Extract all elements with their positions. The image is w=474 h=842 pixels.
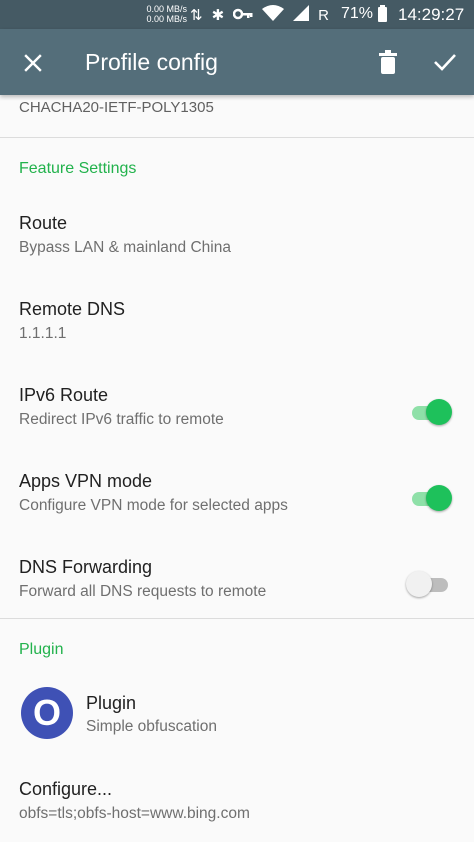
battery-icon (378, 5, 387, 22)
section-title-plugin: Plugin (19, 641, 64, 658)
apps-vpn-mode-toggle[interactable] (412, 485, 452, 513)
ipv6-route-toggle[interactable] (412, 399, 452, 427)
setting-plugin[interactable]: O Plugin Simple obfuscation (0, 687, 474, 757)
setting-title: Remote DNS (19, 299, 126, 319)
close-icon[interactable] (21, 51, 45, 75)
setting-title: DNS Forwarding (19, 557, 153, 577)
setting-title: Apps VPN mode (19, 471, 153, 491)
setting-dns-forwarding[interactable]: DNS Forwarding Forward all DNS requests … (0, 557, 474, 643)
clock: 14:29:27 (398, 5, 465, 24)
vpn-key-icon (232, 7, 253, 24)
setting-route[interactable]: Route Bypass LAN & mainland China (0, 213, 474, 299)
data-arrows-icon: ⇅ (190, 7, 203, 24)
section-title-feature-settings: Feature Settings (19, 160, 137, 177)
setting-ipv6-route[interactable]: IPv6 Route Redirect IPv6 traffic to remo… (0, 385, 474, 471)
wifi-icon (262, 5, 285, 25)
battery-level: 71% (341, 5, 374, 22)
divider (0, 618, 474, 619)
setting-title: Route (19, 213, 68, 233)
delete-icon[interactable] (377, 50, 399, 74)
setting-summary: obfs=tls;obfs-host=www.bing.com (19, 805, 250, 822)
dns-forwarding-toggle[interactable] (406, 571, 450, 599)
settings-list[interactable]: CHACHA20-IETF-POLY1305 Feature Settings … (0, 95, 474, 842)
roaming-icon: R (318, 6, 329, 24)
setting-summary: Redirect IPv6 traffic to remote (19, 411, 224, 428)
plugin-icon: O (21, 687, 73, 739)
setting-summary: Bypass LAN & mainland China (19, 239, 231, 256)
setting-title: IPv6 Route (19, 385, 109, 405)
setting-summary: 1.1.1.1 (19, 325, 67, 342)
status-bar: 0.00 MB/s 0.00 MB/s ⇅ ✱ R 71% 14:29:27 (0, 0, 474, 29)
encryption-method-value: CHACHA20-IETF-POLY1305 (19, 99, 214, 116)
setting-summary: Simple obfuscation (86, 718, 217, 735)
setting-remote-dns[interactable]: Remote DNS 1.1.1.1 (0, 299, 474, 385)
check-icon[interactable] (432, 50, 458, 74)
setting-summary: Configure VPN mode for selected apps (19, 497, 288, 514)
app-toolbar: Profile config (0, 29, 474, 95)
page-title: Profile config (85, 49, 218, 75)
setting-title: Configure... (19, 779, 113, 799)
setting-apps-vpn-mode[interactable]: Apps VPN mode Configure VPN mode for sel… (0, 471, 474, 557)
divider (0, 137, 474, 138)
bluetooth-icon: ✱ (211, 7, 225, 24)
setting-summary: Forward all DNS requests to remote (19, 583, 267, 600)
signal-icon (293, 5, 310, 25)
setting-title: Plugin (86, 693, 137, 713)
network-speed: 0.00 MB/s 0.00 MB/s (146, 4, 187, 24)
setting-plugin-configure[interactable]: Configure... obfs=tls;obfs-host=www.bing… (0, 779, 474, 842)
